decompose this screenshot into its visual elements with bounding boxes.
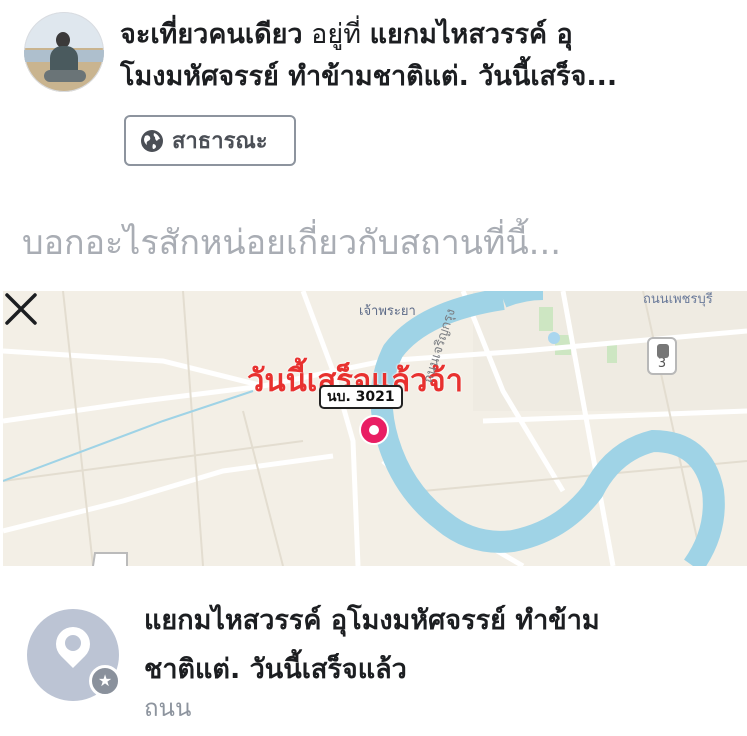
place-name-line-2: ชาติแต่. วันนี้เสร็จแล้ว [144,654,407,685]
map-road-shield-label: นบ. 3021 [319,385,403,409]
caption-input[interactable]: บอกอะไรสักหน่อยเกี่ยวกับสถานที่นี้... [22,215,742,269]
route-shield-number: 3 [657,356,667,371]
globe-icon [141,129,163,152]
place-link[interactable]: แยกมไหสวรรค์ อุ [370,19,573,50]
location-pin-icon[interactable] [359,415,389,445]
place-category: ถนน [144,694,192,722]
activity-text: จะเที่ยวคนเดียว [120,19,303,50]
post-title: จะเที่ยวคนเดียว อยู่ที่ แยกมไหสวรรค์ อุ … [120,14,720,98]
privacy-button[interactable]: สาธารณะ [124,115,296,166]
post-title-line-1: จะเที่ยวคนเดียว อยู่ที่ แยกมไหสวรรค์ อุ [120,14,720,56]
close-icon[interactable] [3,291,39,327]
place-name-line-1: แยกมไหสวรรค์ อุโมงมหัศจรรย์ ทำข้าม [144,605,600,636]
privacy-label: สาธารณะ [172,129,268,154]
place-name: แยกมไหสวรรค์ อุโมงมหัศจรรย์ ทำข้าม ชาติแ… [144,596,724,694]
map-preview[interactable]: ถนนเพชรบุรี เจ้าพระยา วันนี้เสร็จแล้วจ้า… [3,291,747,566]
post-header: จะเที่ยวคนเดียว อยู่ที่ แยกมไหสวรรค์ อุ … [0,0,747,263]
route-shield: 3 [647,337,677,375]
route-shield-emblem [657,344,669,358]
map-district-label: เจ้าพระยา [359,304,416,319]
map-road-label-top: ถนนเพชรบุรี [643,292,713,307]
star-icon: ★ [89,665,121,697]
at-text: อยู่ที่ [302,19,370,50]
map-pin-icon: ★ [27,609,121,701]
post-title-line-2[interactable]: โมงมหัศจรรย์ ทำข้ามชาติแต่. วันนี้เสร็จ.… [120,56,720,98]
avatar[interactable] [24,12,104,92]
place-card[interactable]: ★ แยกมไหสวรรค์ อุโมงมหัศจรรย์ ทำข้าม ชาต… [0,566,747,736]
